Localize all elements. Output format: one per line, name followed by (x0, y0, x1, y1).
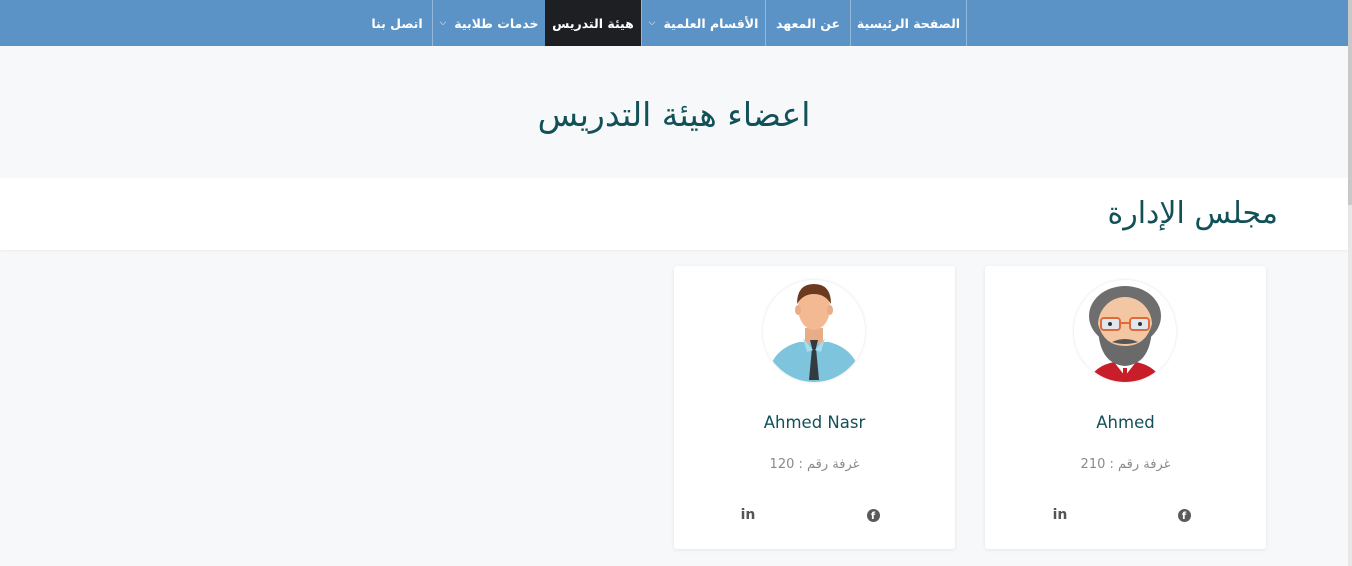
top-navbar: الصفحة الرئيسية عن المعهد ⌵ الأقسام العل… (0, 0, 1348, 46)
nav-item-faculty[interactable]: هيئة التدريس (545, 0, 641, 46)
member-name: Ahmed (1096, 413, 1155, 432)
member-card: Ahmed Nasr غرفة رقم : 120 in f (674, 266, 955, 549)
room-number: غرفة رقم : 120 (769, 457, 860, 472)
nav-item-label: الأقسام العلمية (663, 15, 759, 31)
nav-item-home[interactable]: الصفحة الرئيسية (850, 0, 967, 46)
facebook-icon[interactable]: f (1175, 507, 1193, 523)
member-name: Ahmed Nasr (763, 413, 866, 432)
page-title: اعضاء هيئة التدريس (537, 95, 811, 134)
nav-item-about[interactable]: عن المعهد (765, 0, 850, 46)
room-number: غرفة رقم : 210 (1080, 457, 1171, 472)
section-header: مجلس الإدارة (0, 178, 1348, 250)
nav-item-label: هيئة التدريس (552, 15, 634, 31)
member-card: Ahmed غرفة رقم : 210 in f (985, 266, 1266, 549)
nav-item-label: خدمات طلابية (454, 15, 539, 31)
facebook-icon[interactable]: f (864, 507, 882, 523)
scrollbar-thumb[interactable] (1348, 0, 1352, 205)
nav-item-label: الصفحة الرئيسية (856, 15, 961, 31)
nav-item-departments[interactable]: ⌵ الأقسام العلمية (641, 0, 765, 46)
nav-item-contact[interactable]: اتصل بنا (362, 0, 432, 46)
man-with-tie-icon (763, 280, 865, 382)
nav-item-student-services[interactable]: ⌵ خدمات طلابية (432, 0, 545, 46)
section-title: مجلس الإدارة (1107, 196, 1279, 231)
chevron-down-icon: ⌵ (648, 18, 656, 28)
nav-item-label: عن المعهد (775, 15, 841, 31)
chevron-down-icon: ⌵ (439, 18, 447, 28)
linkedin-icon[interactable]: in (739, 507, 757, 523)
scrollbar[interactable] (1348, 0, 1352, 566)
nav-item-label: اتصل بنا (371, 15, 423, 31)
bearded-man-with-glasses-icon (1074, 280, 1176, 382)
linkedin-icon[interactable]: in (1051, 507, 1069, 523)
